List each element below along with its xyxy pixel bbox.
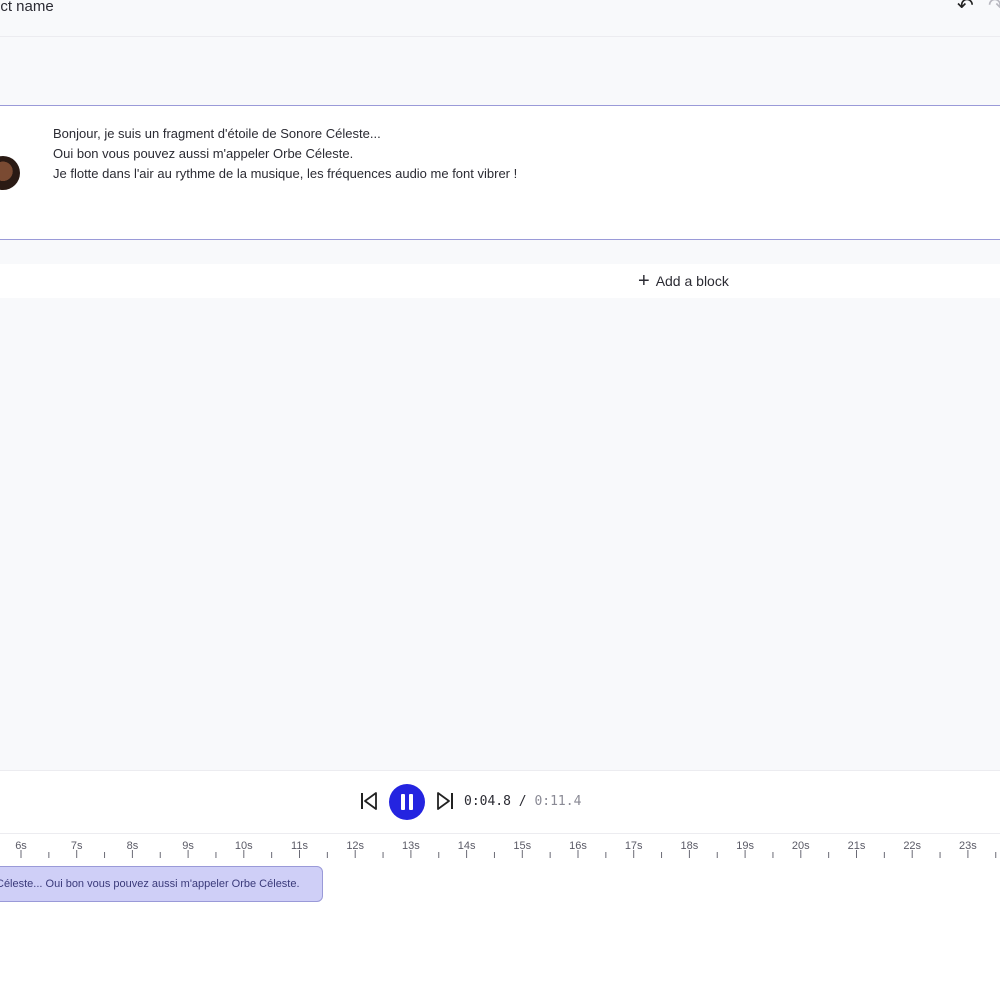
ruler-tick-label: 19s bbox=[736, 840, 754, 852]
top-bar: ect name ↶ ↷ bbox=[0, 0, 1000, 37]
ruler-tick-label: 23s bbox=[959, 840, 977, 852]
ruler-tick-label: 13s bbox=[402, 840, 420, 852]
avatar[interactable] bbox=[0, 156, 20, 190]
block-line: Oui bon vous pouvez aussi m'appeler Orbe… bbox=[53, 146, 354, 161]
ruler-tick-label: 16s bbox=[569, 840, 587, 852]
player-bar: 0:04.8 / 0:11.4 bbox=[0, 770, 1000, 834]
ruler-tick-label: 11s bbox=[291, 840, 308, 852]
current-time: 0:04.8 bbox=[464, 794, 511, 809]
total-time: 0:11.4 bbox=[534, 794, 582, 809]
ruler-tick-label: 7s bbox=[70, 840, 83, 852]
skip-back-icon[interactable] bbox=[359, 790, 379, 812]
pause-icon bbox=[401, 794, 413, 810]
ruler-tick-label: 8s bbox=[126, 840, 139, 852]
ruler-tick-label: 15s bbox=[513, 840, 532, 852]
ruler-tick-label: 12s bbox=[346, 840, 365, 852]
undo-icon[interactable]: ↶ bbox=[957, 0, 979, 16]
project-name[interactable]: ect name bbox=[0, 0, 54, 15]
time-display: 0:04.8 / 0:11.4 bbox=[464, 794, 581, 809]
ruler-tick-label: 14s bbox=[457, 840, 476, 852]
timeline[interactable]: 6s 7s 8s 9s 10s 11s 12s 13s 14s 15s 16s 17s 18s 19s 20… bbox=[0, 833, 1000, 1001]
block-text[interactable]: Bonjour, je suis un fragment d'étoile de… bbox=[53, 124, 517, 184]
ruler-tick-label: 20s bbox=[791, 840, 810, 852]
add-block-label: Add a block bbox=[655, 273, 729, 289]
ruler-tick-label: 17s bbox=[624, 840, 643, 852]
block-line: Bonjour, je suis un fragment d'étoile de… bbox=[53, 126, 381, 141]
ruler-tick-label: 9s bbox=[182, 840, 194, 852]
ruler-tick-label: 6s bbox=[15, 840, 27, 852]
skip-forward-icon[interactable] bbox=[435, 790, 455, 812]
ruler-tick-label: 22s bbox=[903, 840, 922, 852]
clip-text: Céleste... Oui bon vous pouvez aussi m'a… bbox=[0, 878, 300, 890]
time-separator: / bbox=[510, 794, 535, 809]
pause-button[interactable] bbox=[389, 784, 425, 820]
timeline-ruler[interactable]: 6s 7s 8s 9s 10s 11s 12s 13s 14s 15s 16s 17s 18s 19s 20… bbox=[0, 834, 1000, 860]
add-block-button[interactable]: + Add a block bbox=[638, 271, 729, 291]
add-block-row: + Add a block bbox=[0, 264, 1000, 298]
plus-icon: + bbox=[638, 270, 650, 292]
ruler-tick-label: 10s bbox=[234, 840, 253, 852]
timeline-clip[interactable]: Céleste... Oui bon vous pouvez aussi m'a… bbox=[0, 866, 323, 902]
block-line: Je flotte dans l'air au rythme de la mus… bbox=[53, 166, 518, 181]
redo-icon[interactable]: ↷ bbox=[988, 0, 1000, 16]
ruler-tick-label: 21s bbox=[847, 840, 866, 852]
ruler-tick-label: 18s bbox=[680, 840, 699, 852]
text-block[interactable]: Bonjour, je suis un fragment d'étoile de… bbox=[0, 105, 1000, 240]
